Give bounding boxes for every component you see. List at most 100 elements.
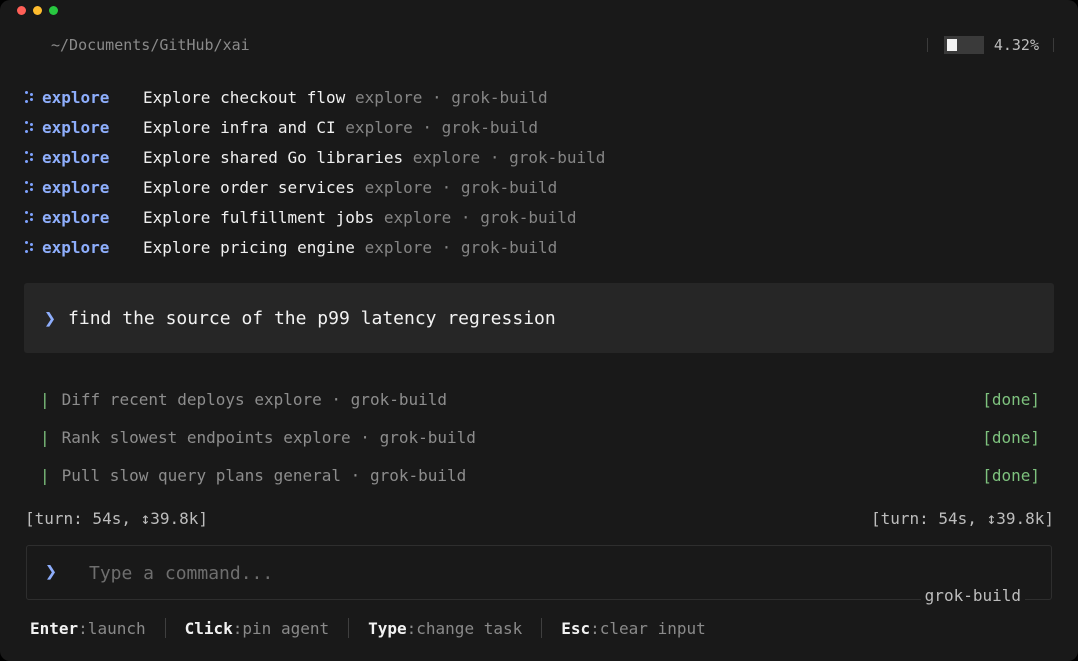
subtask-bar: | xyxy=(40,465,50,485)
meta-separator: · xyxy=(460,207,471,227)
hint-key: Enter xyxy=(30,618,79,638)
agent-dots-icon xyxy=(24,210,34,224)
hint-key: Type xyxy=(368,618,407,638)
agent-tag: explore xyxy=(42,117,110,137)
agent-task: Explore shared Go libraries xyxy=(143,147,404,167)
chevron-right-icon: ❯ xyxy=(44,306,57,330)
subtask-row: | Diff recent deploys explore · grok-bui… xyxy=(40,380,1040,418)
model-label: grok-build xyxy=(920,586,1025,605)
agent-model: grok-build xyxy=(460,237,558,257)
command-input-box[interactable]: ❯ grok-build xyxy=(26,545,1052,605)
chevron-right-icon: ❯ xyxy=(45,559,58,583)
minimize-window-button[interactable] xyxy=(33,6,42,15)
agent-type: explore xyxy=(354,87,423,107)
agent-row[interactable]: explore Explore shared Go libraries expl… xyxy=(24,142,605,172)
subtask-row: | Pull slow query plans general · grok-b… xyxy=(40,456,1040,494)
agent-task: Explore infra and CI xyxy=(143,117,336,137)
meta-separator: · xyxy=(350,465,361,485)
keyboard-hints: Enter:launch Click:pin agent Type:change… xyxy=(30,618,706,638)
hint-desc: :pin agent xyxy=(232,618,330,638)
agent-tag: explore xyxy=(42,207,110,227)
meta-separator: · xyxy=(331,389,342,409)
hint-click: Click:pin agent xyxy=(185,619,330,638)
subtask-type: explore xyxy=(254,389,322,409)
subtask-name: Pull slow query plans xyxy=(61,465,264,485)
terminal-window: ~/Documents/GitHub/xai 4.32% explore Exp… xyxy=(0,0,1078,661)
command-input[interactable] xyxy=(87,556,911,590)
hint-type: Type:change task xyxy=(368,619,522,638)
hint-desc: :clear input xyxy=(590,618,706,638)
subtask-status: [done] xyxy=(982,427,1040,447)
agent-tag: explore xyxy=(42,237,110,257)
meta-separator: · xyxy=(489,147,500,167)
agent-type: explore xyxy=(345,117,413,137)
agent-type: explore xyxy=(364,177,432,197)
window-controls xyxy=(17,6,58,15)
agent-type: explore xyxy=(412,147,481,167)
subtask-model: grok-build xyxy=(369,465,467,485)
meta-separator: · xyxy=(441,177,452,197)
agent-dots-icon xyxy=(24,120,34,134)
meta-separator: · xyxy=(432,87,442,107)
working-directory: ~/Documents/GitHub/xai xyxy=(51,36,250,54)
agent-task: Explore order services xyxy=(143,177,355,197)
subtask-bar: | xyxy=(40,427,50,447)
meta-separator: · xyxy=(441,237,452,257)
agent-row[interactable]: explore Explore checkout flow explore · … xyxy=(24,82,605,112)
zoom-window-button[interactable] xyxy=(49,6,58,15)
agent-dots-icon xyxy=(24,150,34,164)
subtask-name: Diff recent deploys xyxy=(61,389,245,409)
agent-type: explore xyxy=(383,207,452,227)
meta-separator: · xyxy=(422,117,433,137)
context-usage-bar xyxy=(943,36,984,54)
agent-dots-icon xyxy=(24,180,34,194)
subtask-list: | Diff recent deploys explore · grok-bui… xyxy=(40,380,1040,494)
meta-separator: · xyxy=(360,427,370,447)
agent-model: grok-build xyxy=(451,87,548,107)
subtask-status: [done] xyxy=(982,465,1040,485)
agent-row[interactable]: explore Explore pricing engine explore ·… xyxy=(24,232,605,262)
subtask-type: explore xyxy=(283,427,351,447)
turn-stats-right: [turn: 54s, ↕39.8k] xyxy=(870,509,1054,528)
subtask-row: | Rank slowest endpoints explore · grok-… xyxy=(40,418,1040,456)
agent-tag: explore xyxy=(42,147,110,167)
hint-key: Click xyxy=(184,618,233,638)
agent-tag: explore xyxy=(42,87,110,107)
context-usage-percent: 4.32% xyxy=(993,36,1039,54)
turn-stats-left: [turn: 54s, ↕39.8k] xyxy=(25,509,209,528)
divider xyxy=(926,38,928,52)
divider xyxy=(348,618,350,638)
prompt-text: find the source of the p99 latency regre… xyxy=(68,307,556,329)
subtask-status: [done] xyxy=(982,389,1040,409)
agent-model: grok-build xyxy=(460,177,558,197)
agent-row[interactable]: explore Explore fulfillment jobs explore… xyxy=(24,202,605,232)
agent-model: grok-build xyxy=(509,147,606,167)
agent-type: explore xyxy=(364,237,432,257)
divider xyxy=(541,618,543,638)
hint-desc: :change task xyxy=(406,618,523,638)
agent-task: Explore checkout flow xyxy=(143,87,346,107)
subtask-bar: | xyxy=(40,389,50,409)
agent-row[interactable]: explore Explore order services explore ·… xyxy=(24,172,605,202)
divider xyxy=(164,618,166,638)
agent-task: Explore fulfillment jobs xyxy=(143,207,375,227)
hint-desc: :launch xyxy=(78,618,146,638)
context-usage: 4.32% xyxy=(926,36,1054,54)
agent-task: Explore pricing engine xyxy=(143,237,355,257)
agent-list: explore Explore checkout flow explore · … xyxy=(24,82,605,262)
subtask-type: general xyxy=(273,465,342,485)
context-usage-fill xyxy=(946,39,957,51)
agent-dots-icon xyxy=(24,90,34,104)
active-prompt: ❯ find the source of the p99 latency reg… xyxy=(24,283,1054,353)
subtask-model: grok-build xyxy=(350,389,447,409)
hint-enter: Enter:launch xyxy=(30,619,146,638)
agent-dots-icon xyxy=(24,240,34,254)
subtask-name: Rank slowest endpoints xyxy=(61,427,274,447)
divider xyxy=(1053,38,1054,52)
agent-row[interactable]: explore Explore infra and CI explore · g… xyxy=(24,112,605,142)
agent-model: grok-build xyxy=(441,117,538,137)
subtask-model: grok-build xyxy=(379,427,476,447)
agent-model: grok-build xyxy=(480,207,577,227)
close-window-button[interactable] xyxy=(17,6,26,15)
agent-tag: explore xyxy=(42,177,110,197)
